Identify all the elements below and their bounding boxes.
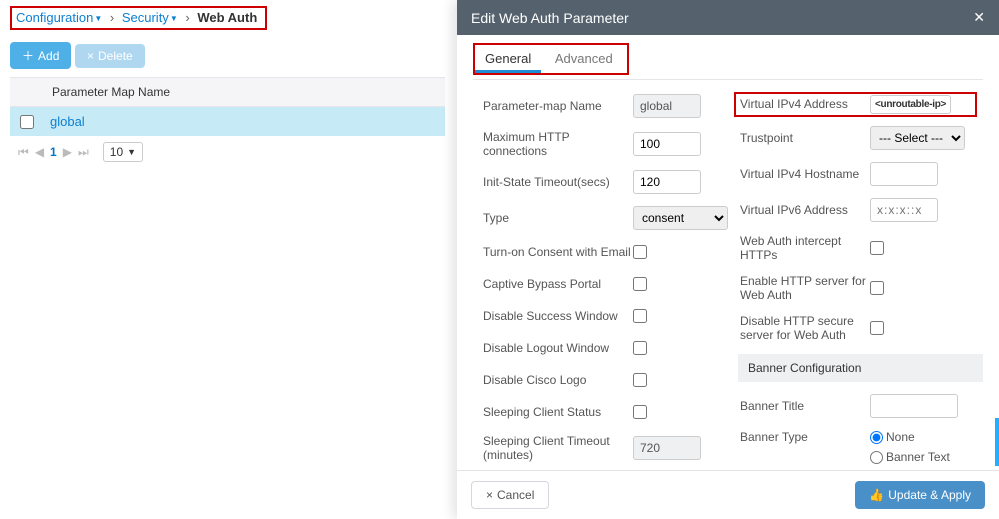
disable-logo-label: Disable Cisco Logo (483, 373, 633, 387)
trustpoint-select[interactable]: --- Select --- (870, 126, 965, 150)
captive-label: Captive Bypass Portal (483, 277, 633, 291)
table-row[interactable]: global (10, 107, 445, 136)
update-apply-button[interactable]: 👍Update & Apply (855, 481, 985, 509)
enable-http-checkbox[interactable] (870, 281, 884, 295)
disable-logout-label: Disable Logout Window (483, 341, 633, 355)
param-name-label: Parameter-map Name (483, 99, 633, 113)
tab-advanced[interactable]: Advanced (545, 45, 623, 70)
disable-https-label: Disable HTTP secure server for Web Auth (740, 314, 870, 342)
pager-size-select[interactable]: 10 ▼ (103, 142, 143, 162)
sleep-status-label: Sleeping Client Status (483, 405, 633, 419)
disable-success-label: Disable Success Window (483, 309, 633, 323)
banner-section-header: Banner Configuration (738, 354, 983, 382)
enable-http-label: Enable HTTP server for Web Auth (740, 274, 870, 302)
intercept-https-checkbox[interactable] (870, 241, 884, 255)
toolbar: ＋Add ×Delete (10, 42, 445, 69)
vipv4-hostname-label: Virtual IPv4 Hostname (740, 167, 870, 181)
banner-type-text[interactable]: Banner Text (870, 450, 999, 464)
thumbs-up-icon: 👍 (869, 488, 884, 502)
row-checkbox[interactable] (20, 115, 34, 129)
banner-type-none-radio[interactable] (870, 431, 883, 444)
chevron-down-icon: ▼ (127, 147, 136, 157)
close-icon[interactable]: ✕ (973, 9, 985, 26)
x-icon: × (486, 488, 493, 502)
breadcrumb-separator: › (185, 10, 189, 25)
captive-checkbox[interactable] (633, 277, 647, 291)
param-name-field (633, 94, 701, 118)
pager: ⏮ ◀ 1 ▶ ⏭ 10 ▼ (10, 136, 445, 162)
banner-title-field[interactable] (870, 394, 958, 418)
vipv4-hostname-field[interactable] (870, 162, 938, 186)
sleep-timeout-field (633, 436, 701, 460)
consent-email-label: Turn-on Consent with Email (483, 245, 633, 259)
pager-first-icon[interactable]: ⏮ (18, 145, 29, 160)
init-timeout-label: Init-State Timeout(secs) (483, 175, 633, 189)
table-cell-name[interactable]: global (50, 114, 85, 129)
pager-last-icon[interactable]: ⏭ (78, 145, 89, 160)
disable-logo-checkbox[interactable] (633, 373, 647, 387)
sleep-status-checkbox[interactable] (633, 405, 647, 419)
max-http-field[interactable] (633, 132, 701, 156)
breadcrumb-configuration[interactable]: Configuration▼ (16, 10, 102, 25)
add-button[interactable]: ＋Add (10, 42, 71, 69)
disable-https-checkbox[interactable] (870, 321, 884, 335)
vipv4-label: Virtual IPv4 Address (740, 97, 870, 111)
disable-logout-checkbox[interactable] (633, 341, 647, 355)
disable-success-checkbox[interactable] (633, 309, 647, 323)
type-select[interactable]: consent (633, 206, 728, 230)
consent-email-checkbox[interactable] (633, 245, 647, 259)
scroll-accent (995, 418, 999, 466)
edit-panel: Edit Web Auth Parameter ✕ General Advanc… (457, 0, 999, 519)
x-icon: × (87, 49, 94, 63)
breadcrumb: Configuration▼ › Security▼ › Web Auth (10, 6, 267, 30)
max-http-label: Maximum HTTP connections (483, 130, 633, 158)
init-timeout-field[interactable] (633, 170, 701, 194)
breadcrumb-security[interactable]: Security▼ (122, 10, 178, 25)
divider (473, 79, 983, 80)
table-header-parameter-map[interactable]: Parameter Map Name (10, 77, 445, 107)
intercept-https-label: Web Auth intercept HTTPs (740, 234, 870, 262)
vipv6-field[interactable] (870, 198, 938, 222)
banner-title-label: Banner Title (740, 399, 870, 413)
banner-type-none[interactable]: None (870, 430, 999, 444)
plus-icon: ＋ (22, 47, 34, 64)
cancel-button[interactable]: ×Cancel (471, 481, 549, 509)
type-label: Type (483, 211, 633, 225)
pager-current[interactable]: 1 (50, 145, 57, 159)
pager-prev-icon[interactable]: ◀ (35, 145, 44, 159)
vipv4-field[interactable]: <unroutable-ip> (870, 95, 951, 114)
breadcrumb-current: Web Auth (197, 10, 257, 25)
banner-type-text-radio[interactable] (870, 451, 883, 464)
trustpoint-label: Trustpoint (740, 131, 870, 145)
banner-type-label: Banner Type (740, 430, 870, 444)
vipv6-label: Virtual IPv6 Address (740, 203, 870, 217)
tab-general[interactable]: General (475, 45, 541, 73)
panel-title: Edit Web Auth Parameter (471, 10, 629, 26)
delete-button[interactable]: ×Delete (75, 44, 145, 68)
pager-next-icon[interactable]: ▶ (63, 145, 72, 159)
breadcrumb-separator: › (110, 10, 114, 25)
sleep-timeout-label: Sleeping Client Timeout (minutes) (483, 434, 633, 462)
